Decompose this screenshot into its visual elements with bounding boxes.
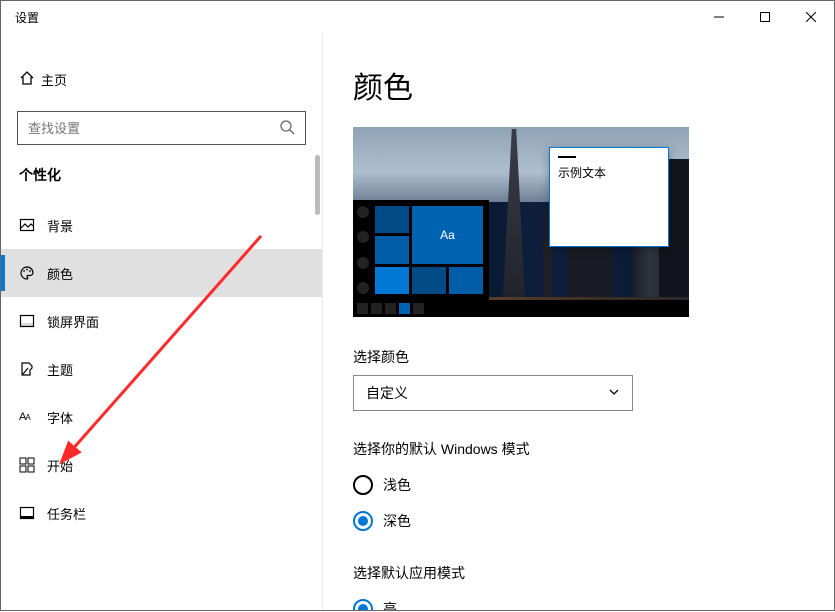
dropdown-selected-value: 自定义 [366, 383, 408, 403]
sidebar-item-label: 字体 [47, 408, 73, 427]
sidebar-item-label: 颜色 [47, 264, 73, 283]
windows-mode-group: 浅色 深色 [353, 467, 834, 539]
radio-windows-light[interactable]: 浅色 [353, 467, 834, 503]
font-icon: AA [19, 411, 47, 423]
sidebar-item-background[interactable]: 背景 [1, 201, 322, 249]
radio-icon [353, 475, 373, 495]
preview-taskbar [353, 300, 689, 317]
sidebar-item-label: 任务栏 [47, 504, 86, 523]
app-mode-group: 亮 [353, 591, 834, 610]
sidebar-item-label: 主页 [41, 70, 67, 89]
window-controls [696, 1, 834, 33]
sidebar-item-taskbar[interactable]: 任务栏 [1, 489, 322, 537]
minimize-button[interactable] [696, 1, 742, 33]
radio-app-light[interactable]: 亮 [353, 591, 834, 610]
sidebar-item-themes[interactable]: 主题 [1, 345, 322, 393]
search-box[interactable] [17, 111, 306, 145]
preview-sample-text: 示例文本 [558, 164, 660, 181]
sidebar-item-label: 开始 [47, 456, 73, 475]
choose-color-dropdown[interactable]: 自定义 [353, 375, 633, 411]
theme-icon [19, 361, 47, 377]
sidebar-section-header: 个性化 [1, 165, 322, 201]
lockscreen-icon [19, 313, 47, 329]
page-title: 颜色 [353, 63, 834, 107]
sidebar-item-start[interactable]: 开始 [1, 441, 322, 489]
sidebar-item-home[interactable]: 主页 [1, 61, 322, 97]
picture-icon [19, 217, 47, 233]
palette-icon [19, 265, 47, 281]
chevron-down-icon [608, 385, 620, 401]
home-icon [19, 70, 41, 89]
window-titlebar: 设置 [1, 1, 834, 33]
radio-label: 浅色 [383, 475, 411, 495]
search-input[interactable] [28, 121, 279, 136]
maximize-button[interactable] [742, 1, 788, 33]
main-content: 颜色 Aa 示例文本 选择颜色 [323, 33, 834, 610]
preview-start-menu: Aa [353, 200, 489, 300]
radio-icon [353, 511, 373, 531]
sidebar-item-colors[interactable]: 颜色 [1, 249, 322, 297]
sidebar-item-label: 锁屏界面 [47, 312, 99, 331]
close-button[interactable] [788, 1, 834, 33]
sidebar-item-label: 背景 [47, 216, 73, 235]
preview-tile-aa: Aa [412, 206, 483, 264]
color-preview: Aa 示例文本 [353, 127, 689, 317]
sidebar: 主页 个性化 背景 颜色 锁屏界面 [1, 33, 323, 610]
sidebar-item-lockscreen[interactable]: 锁屏界面 [1, 297, 322, 345]
radio-label: 亮 [383, 599, 397, 610]
radio-windows-dark[interactable]: 深色 [353, 503, 834, 539]
taskbar-icon [19, 505, 47, 521]
app-mode-label: 选择默认应用模式 [353, 563, 834, 583]
sidebar-item-fonts[interactable]: AA 字体 [1, 393, 322, 441]
preview-sample-window: 示例文本 [549, 147, 669, 247]
radio-label: 深色 [383, 511, 411, 531]
window-title: 设置 [15, 9, 39, 26]
radio-icon [353, 599, 373, 610]
sidebar-item-label: 主题 [47, 360, 73, 379]
search-icon [279, 119, 295, 138]
start-icon [19, 457, 47, 473]
windows-mode-label: 选择你的默认 Windows 模式 [353, 439, 834, 459]
choose-color-label: 选择颜色 [353, 347, 834, 367]
